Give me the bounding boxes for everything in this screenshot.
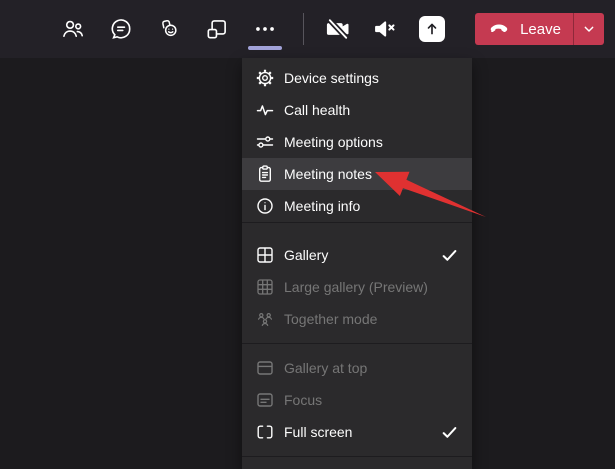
toolbar-right-group xyxy=(318,9,452,49)
leave-options-button[interactable] xyxy=(574,13,604,45)
menu-item-gallery-at-top: Gallery at top xyxy=(242,352,472,384)
chat-icon xyxy=(108,16,134,42)
active-tool-indicator xyxy=(248,46,282,50)
leave-button-main[interactable]: Leave xyxy=(475,13,573,45)
menu-item-label: Together mode xyxy=(284,311,378,327)
menu-section-divider xyxy=(242,343,472,344)
menu-section-divider xyxy=(242,456,472,457)
reactions-icon xyxy=(156,16,182,42)
checkmark-icon xyxy=(441,424,458,441)
camera-off-button[interactable] xyxy=(318,9,358,49)
people-icon xyxy=(60,16,86,42)
leave-button[interactable]: Leave xyxy=(475,13,604,45)
share-icon xyxy=(419,16,445,42)
camera-off-icon xyxy=(324,15,352,43)
menu-item-label: Call health xyxy=(284,102,351,118)
checkmark-icon xyxy=(441,247,458,264)
large-gallery-icon xyxy=(255,277,275,297)
menu-section-divider xyxy=(242,222,472,223)
menu-item-label: Device settings xyxy=(284,70,379,86)
share-content-button[interactable] xyxy=(412,9,452,49)
focus-icon xyxy=(255,390,275,410)
menu-item-device-settings[interactable]: Device settings xyxy=(242,62,472,94)
share-icon-plate xyxy=(419,16,445,42)
menu-item-meeting-options[interactable]: Meeting options xyxy=(242,126,472,158)
menu-item-large-gallery-preview: Large gallery (Preview) xyxy=(242,271,472,303)
menu-item-full-screen[interactable]: Full screen xyxy=(242,416,472,448)
menu-item-together-mode: Together mode xyxy=(242,303,472,335)
more-icon xyxy=(252,16,278,42)
together-mode-icon xyxy=(255,309,275,329)
chat-button[interactable] xyxy=(101,9,141,49)
menu-item-label: Gallery xyxy=(284,247,329,263)
menu-item-label: Full screen xyxy=(284,424,353,440)
menu-item-meeting-info[interactable]: Meeting info xyxy=(242,190,472,222)
menu-item-label: Meeting notes xyxy=(284,166,372,182)
menu-item-label: Focus xyxy=(284,392,323,408)
leave-label: Leave xyxy=(520,20,561,38)
menu-item-call-health[interactable]: Call health xyxy=(242,94,472,126)
more-actions-menu: Device settings Call health Meeting option… xyxy=(242,58,472,469)
full-screen-icon xyxy=(255,422,275,442)
speaker-muted-icon xyxy=(371,15,399,43)
meeting-notes-icon xyxy=(255,164,275,184)
gallery-at-top-icon xyxy=(255,358,275,378)
menu-item-gallery[interactable]: Gallery xyxy=(242,239,472,271)
meeting-toolbar: Leave xyxy=(0,0,615,58)
gear-icon xyxy=(255,68,275,88)
info-icon xyxy=(255,196,275,216)
teams-meeting-window: Leave Device settings Call health Meeting … xyxy=(0,0,615,469)
more-actions-button[interactable] xyxy=(245,9,285,50)
toolbar-left-group xyxy=(53,9,285,50)
menu-item-label: Large gallery (Preview) xyxy=(284,279,428,295)
gallery-icon xyxy=(255,245,275,265)
call-health-icon xyxy=(255,100,275,120)
audio-off-button[interactable] xyxy=(365,9,405,49)
phone-hangup-icon xyxy=(487,17,511,41)
menu-item-focus: Focus xyxy=(242,384,472,416)
menu-item-label: Meeting options xyxy=(284,134,383,150)
toolbar-divider xyxy=(303,13,304,45)
menu-item-meeting-notes[interactable]: Meeting notes xyxy=(242,158,472,190)
meeting-options-icon xyxy=(255,132,275,152)
chevron-down-icon xyxy=(581,21,597,37)
breakout-rooms-icon xyxy=(204,16,230,42)
breakout-rooms-button[interactable] xyxy=(197,9,237,49)
menu-item-label: Meeting info xyxy=(284,198,361,214)
menu-item-label: Gallery at top xyxy=(284,360,368,376)
reactions-button[interactable] xyxy=(149,9,189,49)
participants-button[interactable] xyxy=(53,9,93,49)
